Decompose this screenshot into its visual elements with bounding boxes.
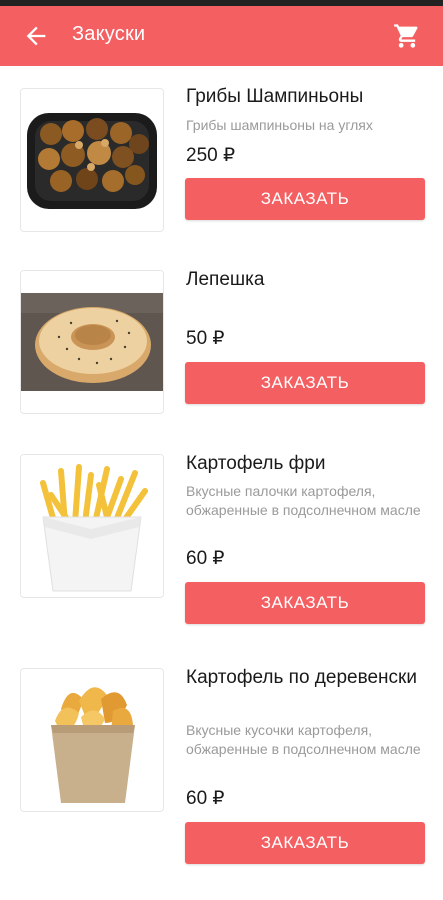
order-button[interactable]: ЗАКАЗАТЬ (185, 822, 425, 864)
product-image (20, 668, 164, 812)
page-title: Закуски (72, 23, 146, 45)
product-name: Грибы Шампиньоны (186, 86, 364, 107)
product-description: Вкусные палочки картофеля, обжаренные в … (186, 483, 421, 518)
product-description: Грибы шампиньоны на углях (186, 117, 373, 133)
product-price: 60 ₽ (186, 788, 225, 809)
product-name: Картофель фри (186, 453, 326, 474)
arrow-left-icon (26, 26, 46, 46)
product-image (20, 88, 164, 232)
app-bar: Закуски (0, 6, 443, 66)
order-button[interactable]: ЗАКАЗАТЬ (185, 178, 425, 220)
product-description: Вкусные кусочки картофеля, обжаренные в … (186, 722, 421, 757)
product-price: 250 ₽ (186, 145, 236, 166)
product-name: Лепешка (186, 269, 265, 290)
back-button[interactable] (22, 22, 50, 50)
order-button[interactable]: ЗАКАЗАТЬ (185, 362, 425, 404)
product-image (20, 270, 164, 414)
product-price: 50 ₽ (186, 328, 225, 349)
product-name: Картофель по деревенски (186, 667, 417, 688)
order-button[interactable]: ЗАКАЗАТЬ (185, 582, 425, 624)
shopping-cart-icon (394, 24, 418, 48)
product-image (20, 454, 164, 598)
cart-button[interactable] (393, 22, 421, 50)
product-price: 60 ₽ (186, 548, 225, 569)
